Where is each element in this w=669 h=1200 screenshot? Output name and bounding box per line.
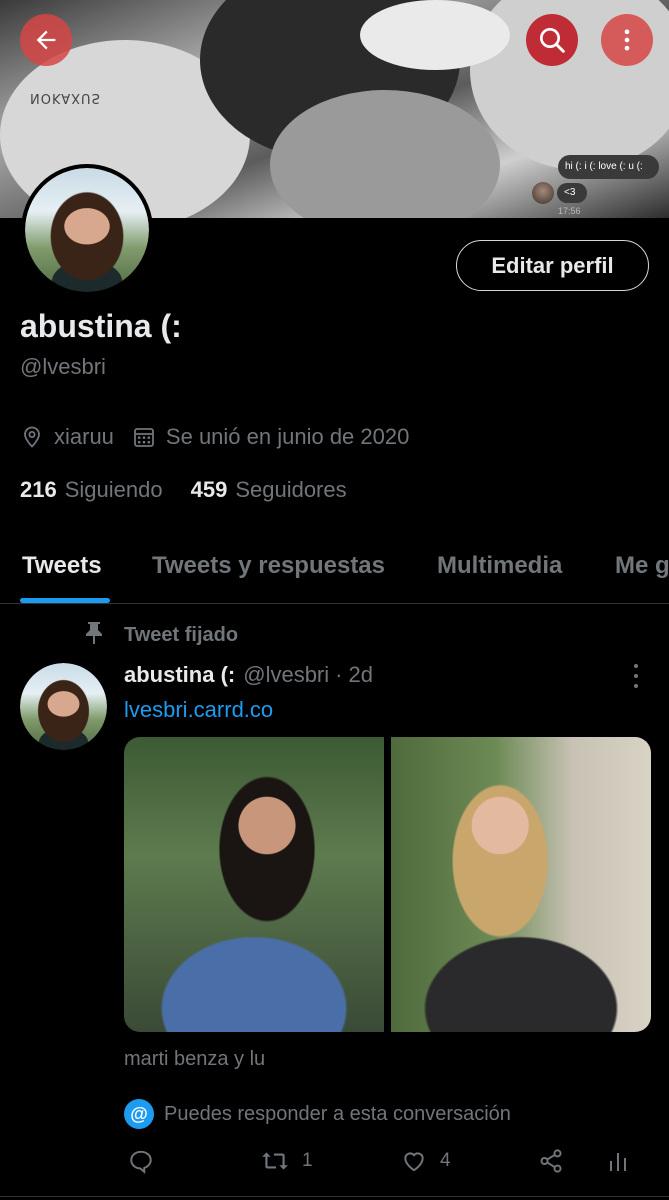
following-count: 216 <box>20 477 57 502</box>
tweet-author-handle[interactable]: @lvesbri <box>243 662 329 688</box>
tab-tweets[interactable]: Tweets <box>22 552 102 580</box>
followers-link[interactable]: 459 Seguidores <box>191 477 347 503</box>
analytics-icon <box>610 1153 626 1171</box>
profile-avatar[interactable] <box>21 164 153 296</box>
tweet-media <box>124 737 651 1032</box>
following-link[interactable]: 216 Siguiendo <box>20 477 163 503</box>
analytics-button[interactable] <box>608 1148 628 1174</box>
reply-icon <box>130 1150 152 1174</box>
followers-label: Seguidores <box>235 477 347 502</box>
search-icon <box>540 28 565 53</box>
tweet-photo-left[interactable] <box>124 737 384 1032</box>
mention-icon: @ <box>124 1099 154 1129</box>
tweet-more-icon[interactable] <box>626 664 646 688</box>
search-button[interactable] <box>526 14 578 66</box>
profile-display-name: abustina (: <box>20 308 182 344</box>
banner-dm-avatar <box>532 182 554 204</box>
profile-meta: xiaruu Se unió en junio de 2020 <box>20 424 409 450</box>
tweet-photo-right[interactable] <box>391 737 651 1032</box>
banner-dm-reply: <3 <box>557 183 587 203</box>
tweet-author-name[interactable]: abustina (: <box>124 662 235 688</box>
banner-dm-time: 17:56 <box>558 206 581 216</box>
profile-location: xiaruu <box>54 424 114 449</box>
arrow-left-icon <box>36 30 56 50</box>
like-button[interactable]: 4 <box>400 1148 451 1174</box>
tweet-header: abustina (: @lvesbri · 2d <box>124 662 373 688</box>
calendar-icon <box>132 425 156 449</box>
tweet-divider <box>0 1196 669 1197</box>
back-button[interactable] <box>20 14 72 66</box>
reply-permission-note: @ Puedes responder a esta conversación <box>124 1099 511 1129</box>
profile-joined-date: Se unió en junio de 2020 <box>165 424 410 449</box>
banner-dm-message: hi (: i (: love (: u (: <box>558 155 659 179</box>
tweet-link[interactable]: lvesbri.carrd.co <box>124 697 273 723</box>
active-tab-indicator <box>20 598 110 603</box>
like-count: 4 <box>440 1150 451 1171</box>
tab-tweets-replies[interactable]: Tweets y respuestas <box>152 552 385 580</box>
more-vertical-icon <box>624 29 630 51</box>
heart-icon <box>404 1152 424 1172</box>
reply-permission-text: Puedes responder a esta conversación <box>164 1102 511 1125</box>
edit-profile-button[interactable]: Editar perfil <box>456 240 649 291</box>
banner-mirrored-text: NOKAXUS <box>30 90 101 105</box>
avatar-photo <box>25 168 149 292</box>
share-button[interactable] <box>538 1148 564 1174</box>
follow-stats: 216 Siguiendo 459 Seguidores <box>20 477 375 503</box>
tweet-actions: 1 4 <box>124 1148 634 1178</box>
share-icon <box>540 1149 562 1173</box>
more-options-button[interactable] <box>601 14 653 66</box>
retweet-icon <box>262 1152 288 1170</box>
tweet-media-caption: marti benza y lu <box>124 1048 266 1070</box>
tab-media[interactable]: Multimedia <box>437 552 562 580</box>
pin-icon <box>84 620 104 650</box>
pinned-tweet-label: Tweet fijado <box>84 620 238 650</box>
tweet-separator: · <box>335 662 343 687</box>
following-label: Siguiendo <box>64 477 163 502</box>
location-icon <box>20 425 44 449</box>
followers-count: 459 <box>190 477 228 502</box>
pinned-tweet-text: Tweet fijado <box>124 623 239 646</box>
tab-likes[interactable]: Me g <box>615 552 669 580</box>
retweet-button[interactable]: 1 <box>260 1148 313 1174</box>
profile-handle: @lvesbri <box>20 354 106 379</box>
avatar-photo <box>20 663 107 750</box>
tweet-timestamp[interactable]: 2d <box>348 662 372 688</box>
reply-button[interactable] <box>128 1148 166 1174</box>
tweet-author-avatar[interactable] <box>20 663 107 750</box>
banner-shape <box>360 0 510 70</box>
profile-tabs: Tweets Tweets y respuestas Multimedia Me… <box>0 530 669 604</box>
retweet-count: 1 <box>302 1150 313 1171</box>
